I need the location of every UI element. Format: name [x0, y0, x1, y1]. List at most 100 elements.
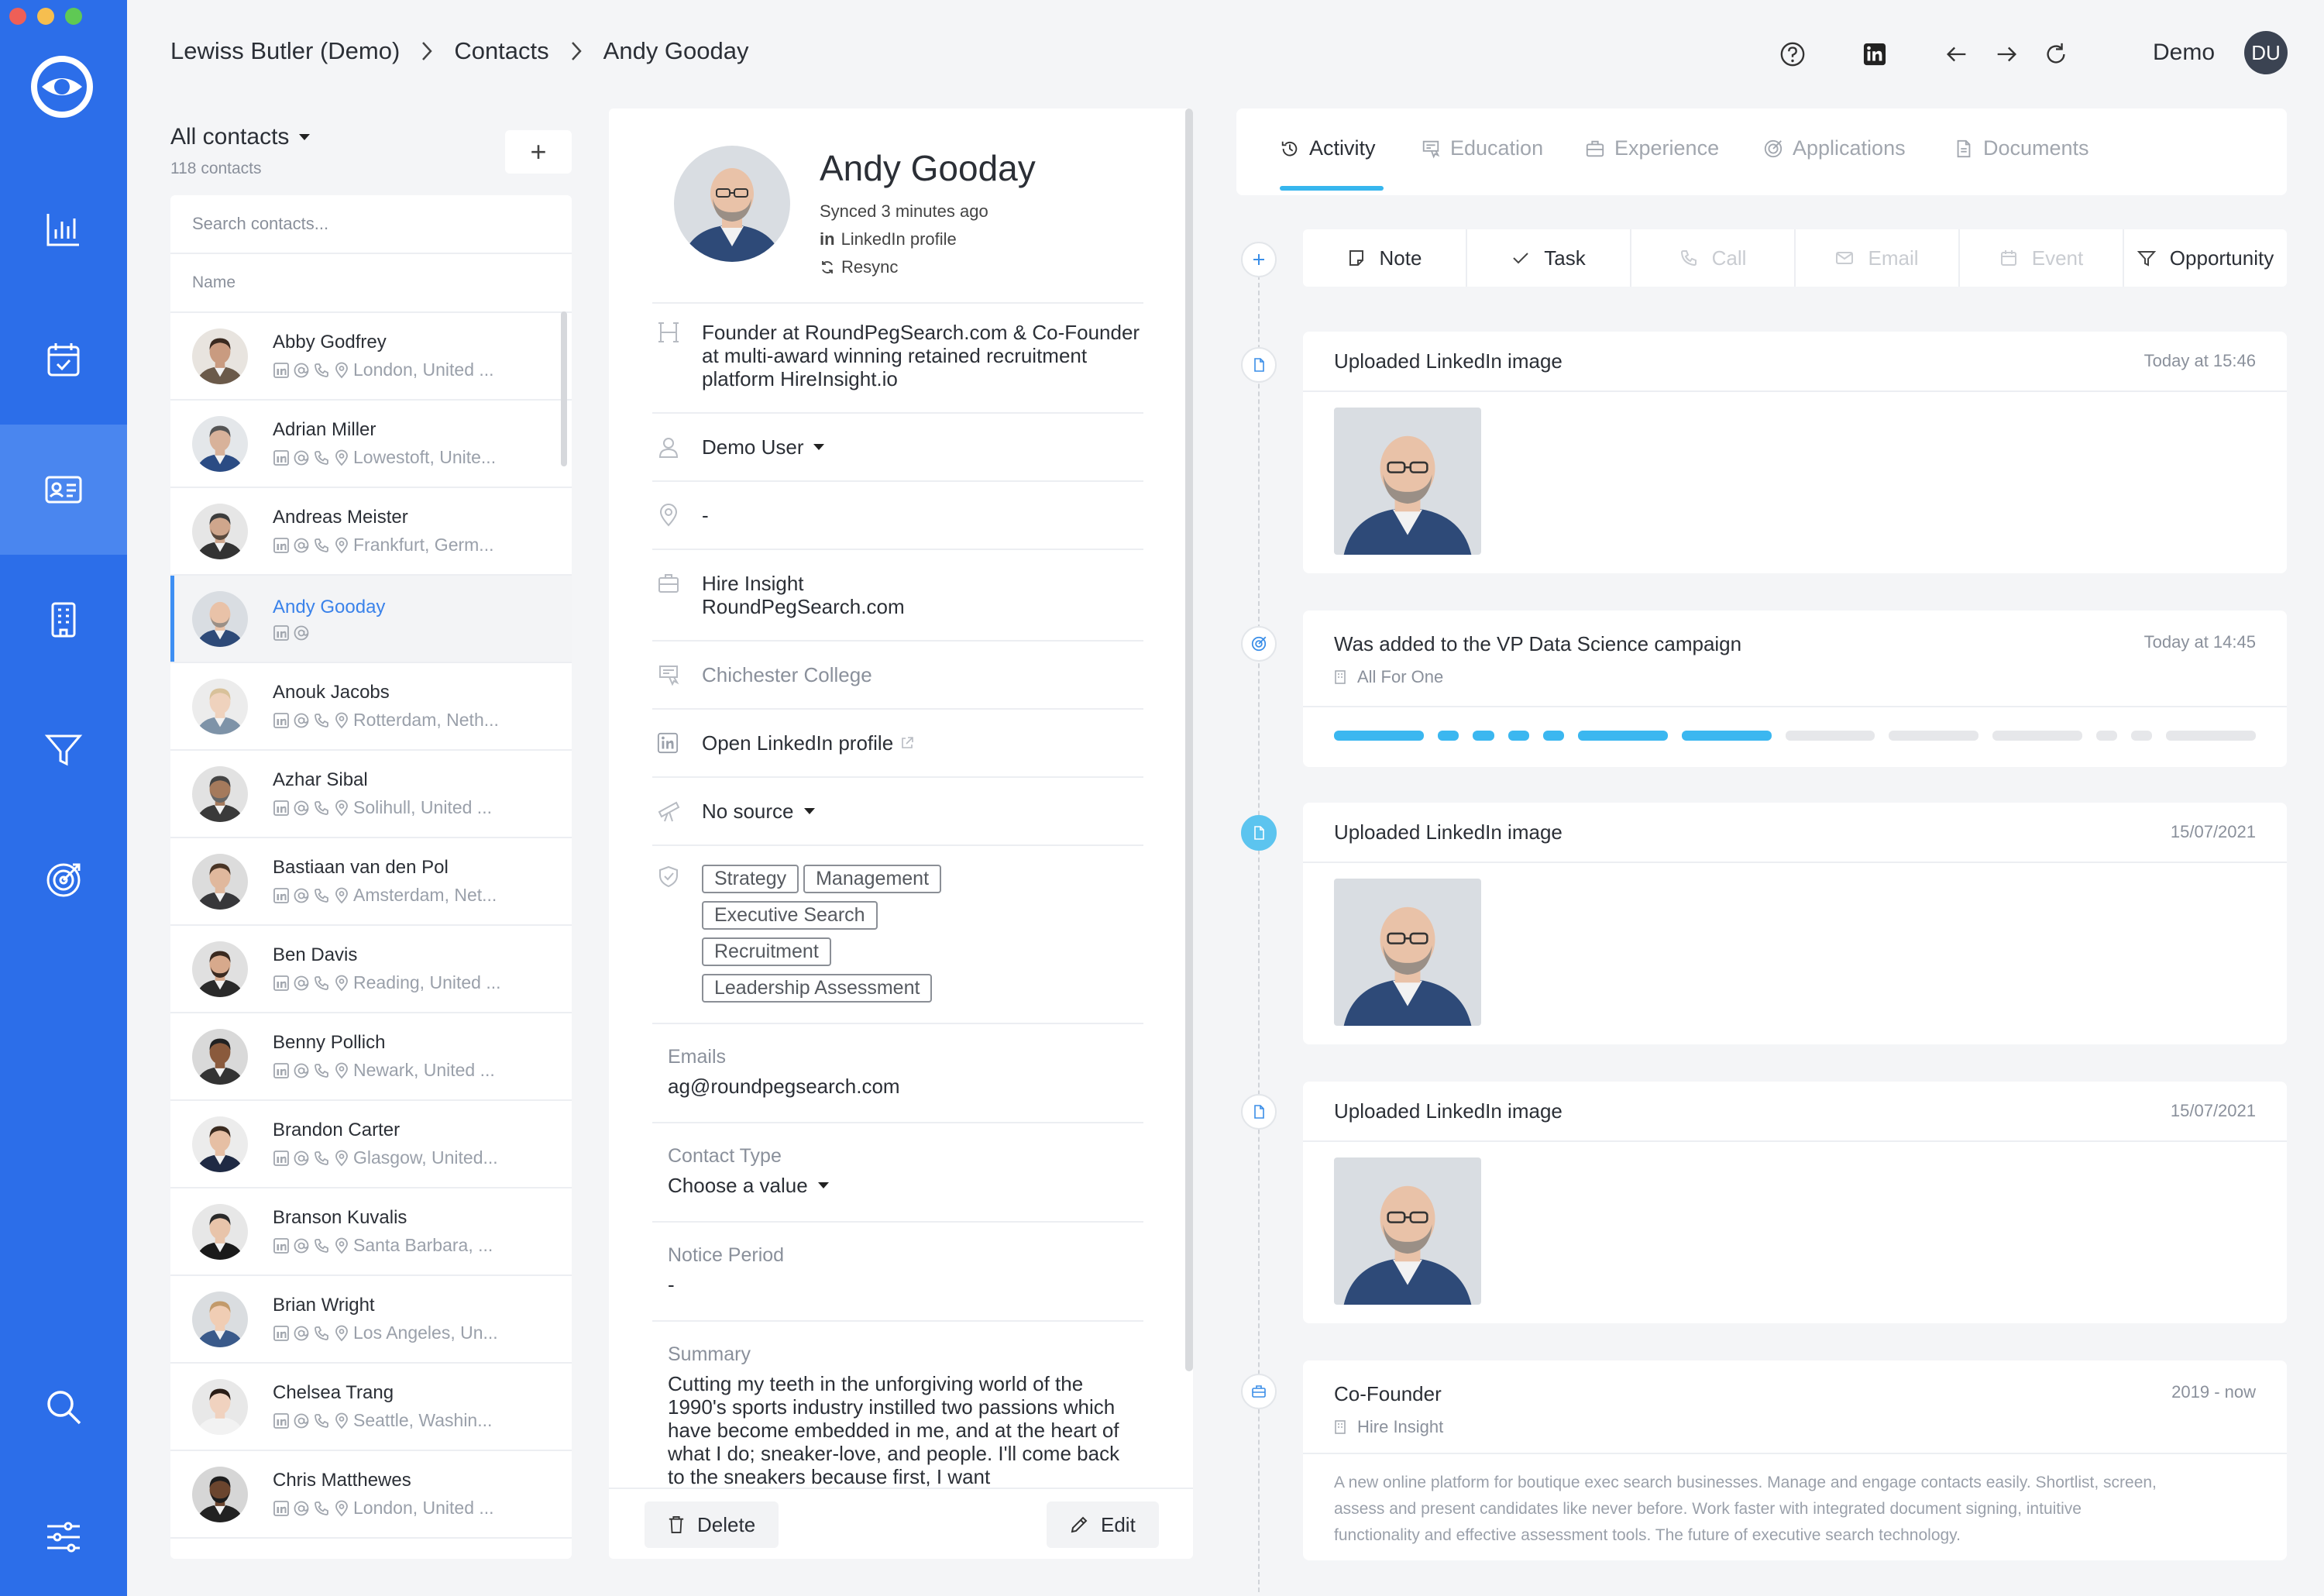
- source-row[interactable]: No source: [652, 776, 1143, 844]
- contact-row[interactable]: Andy Gooday: [170, 576, 572, 663]
- contact-row[interactable]: Azhar Sibal Solihull, United ...: [170, 751, 572, 838]
- help-icon: [1780, 42, 1805, 67]
- zoom-window-button[interactable]: [65, 8, 82, 25]
- contact-location: Reading, United ...: [353, 972, 501, 992]
- activity-title: Was added to the VP Data Science campaig…: [1334, 632, 1742, 655]
- contact-row[interactable]: Chelsea Trang Seattle, Washin...: [170, 1364, 572, 1451]
- nav-companies[interactable]: [0, 555, 127, 685]
- email-value[interactable]: ag@roundpegsearch.com: [668, 1075, 1143, 1098]
- user-menu[interactable]: Demo DU: [2153, 31, 2288, 74]
- delete-button[interactable]: Delete: [645, 1501, 779, 1548]
- certificate-icon: [1422, 140, 1440, 159]
- nav-search[interactable]: [0, 1342, 127, 1472]
- action-label: Task: [1544, 246, 1586, 270]
- company-2[interactable]: RoundPegSearch.com: [702, 595, 905, 618]
- profile-scrollbar[interactable]: [1185, 108, 1193, 1371]
- nav-reports[interactable]: [0, 164, 127, 294]
- nav-contacts[interactable]: [0, 425, 127, 555]
- tab-documents[interactable]: Documents: [1954, 136, 2089, 160]
- close-window-button[interactable]: [9, 8, 26, 25]
- contact-row[interactable]: Abby Godfrey London, United ...: [170, 313, 572, 401]
- contact-row[interactable]: Brandon Carter Glasgow, United...: [170, 1101, 572, 1188]
- opportunity-button[interactable]: Opportunity: [2124, 229, 2287, 287]
- activity-card[interactable]: Uploaded LinkedIn image 15/07/2021: [1303, 803, 2287, 1044]
- user-icon: [658, 438, 679, 458]
- note-button[interactable]: Note: [1303, 229, 1467, 287]
- contact-name: Bastiaan van den Pol: [273, 857, 449, 878]
- avatar: [192, 853, 248, 910]
- nav-pipeline[interactable]: [0, 685, 127, 815]
- event-button[interactable]: Event: [1960, 229, 2124, 287]
- experience-activity-card[interactable]: Co-Founder 2019 - now Hire Insight A new…: [1303, 1360, 2287, 1560]
- task-button[interactable]: Task: [1467, 229, 1631, 287]
- nav-campaigns[interactable]: [0, 815, 127, 945]
- contact-name: Chelsea Trang: [273, 1382, 394, 1403]
- tag[interactable]: Executive Search: [702, 901, 878, 930]
- contact-row[interactable]: Benny Pollich Newark, United ...: [170, 1013, 572, 1101]
- contact-row[interactable]: Andreas Meister Frankfurt, Germ...: [170, 488, 572, 576]
- contact-type-dropdown[interactable]: Choose a value: [668, 1174, 1143, 1197]
- add-contact-button[interactable]: +: [505, 130, 572, 174]
- company-1[interactable]: Hire Insight: [702, 572, 905, 595]
- breadcrumb-contacts[interactable]: Contacts: [454, 37, 548, 65]
- avatar[interactable]: DU: [2244, 31, 2288, 74]
- add-activity-button[interactable]: [1241, 242, 1277, 277]
- activity-card[interactable]: Uploaded LinkedIn image Today at 15:46: [1303, 332, 2287, 573]
- tab-applications[interactable]: Applications: [1763, 136, 1906, 160]
- help-button[interactable]: [1777, 39, 1808, 70]
- contact-row[interactable]: Branson Kuvalis Santa Barbara, ...: [170, 1188, 572, 1276]
- note-icon: [1349, 250, 1363, 266]
- contact-row[interactable]: Adrian Miller Lowestoft, Unite...: [170, 401, 572, 488]
- back-button[interactable]: [1941, 39, 1972, 70]
- column-header-name[interactable]: Name: [170, 254, 572, 313]
- contact-location: London, United ...: [353, 359, 494, 380]
- linkedin-image-thumbnail[interactable]: [1334, 879, 1481, 1026]
- eye-logo-icon[interactable]: [31, 56, 93, 118]
- linkedin-icon: [273, 1325, 289, 1341]
- linkedin-profile-link[interactable]: in LinkedIn profile: [820, 225, 988, 253]
- timeline-marker: [1241, 347, 1277, 383]
- contact-profile-panel: Andy Gooday Synced 3 minutes ago in Linke…: [609, 108, 1193, 1559]
- contact-row[interactable]: Brian Wright Los Angeles, Un...: [170, 1276, 572, 1364]
- contact-row[interactable]: Ben Davis Reading, United ...: [170, 926, 572, 1013]
- activity-card[interactable]: Uploaded LinkedIn image 15/07/2021: [1303, 1082, 2287, 1323]
- contacts-rows: Abby Godfrey London, United ... Adrian M…: [170, 313, 572, 1559]
- contact-row[interactable]: Chris Matthewes London, United ...: [170, 1451, 572, 1539]
- activity-action-bar: Note Task Call Email Event Opportunity: [1303, 229, 2287, 287]
- nav-settings[interactable]: [0, 1472, 127, 1596]
- linkedin-row[interactable]: Open LinkedIn profile: [652, 708, 1143, 776]
- linkedin-image-thumbnail[interactable]: [1334, 1157, 1481, 1305]
- tab-experience[interactable]: Experience: [1585, 136, 1719, 160]
- linkedin-icon: [273, 1062, 289, 1078]
- tab-activity[interactable]: Activity: [1280, 136, 1376, 160]
- search-input[interactable]: Search contacts...: [170, 195, 572, 254]
- nav-calendar[interactable]: [0, 294, 127, 425]
- tag[interactable]: Recruitment: [702, 937, 831, 966]
- minimize-window-button[interactable]: [37, 8, 54, 25]
- linkedin-button[interactable]: [1859, 39, 1890, 70]
- sidebar-rail: [0, 0, 127, 1596]
- resync-button[interactable]: Resync: [820, 253, 988, 281]
- activity-title: Uploaded LinkedIn image: [1334, 1099, 1563, 1123]
- forward-button[interactable]: [1991, 39, 2022, 70]
- open-linkedin-link[interactable]: Open LinkedIn profile: [702, 731, 893, 755]
- tag[interactable]: Leadership Assessment: [702, 974, 933, 1003]
- call-button[interactable]: Call: [1631, 229, 1796, 287]
- refresh-button[interactable]: [2040, 39, 2071, 70]
- contact-row[interactable]: Bastiaan van den Pol Amsterdam, Net...: [170, 838, 572, 926]
- breadcrumb-workspace[interactable]: Lewiss Butler (Demo): [170, 37, 400, 65]
- tag[interactable]: Management: [803, 865, 942, 893]
- contact-row[interactable]: Anouk Jacobs Rotterdam, Neth...: [170, 663, 572, 751]
- owner-row[interactable]: Demo User: [652, 412, 1143, 480]
- location-pin-icon: [335, 712, 348, 728]
- edit-button[interactable]: Edit: [1047, 1501, 1159, 1548]
- linkedin-icon: [273, 362, 289, 378]
- email-button[interactable]: Email: [1796, 229, 1960, 287]
- campaign-activity-card[interactable]: Was added to the VP Data Science campaig…: [1303, 611, 2287, 767]
- avatar: [192, 1203, 248, 1260]
- linkedin-image-thumbnail[interactable]: [1334, 408, 1481, 555]
- tab-education[interactable]: Education: [1421, 136, 1543, 160]
- list-scrollbar[interactable]: [561, 311, 567, 466]
- tag[interactable]: Strategy: [702, 865, 799, 893]
- contact-location: Glasgow, United...: [353, 1147, 498, 1168]
